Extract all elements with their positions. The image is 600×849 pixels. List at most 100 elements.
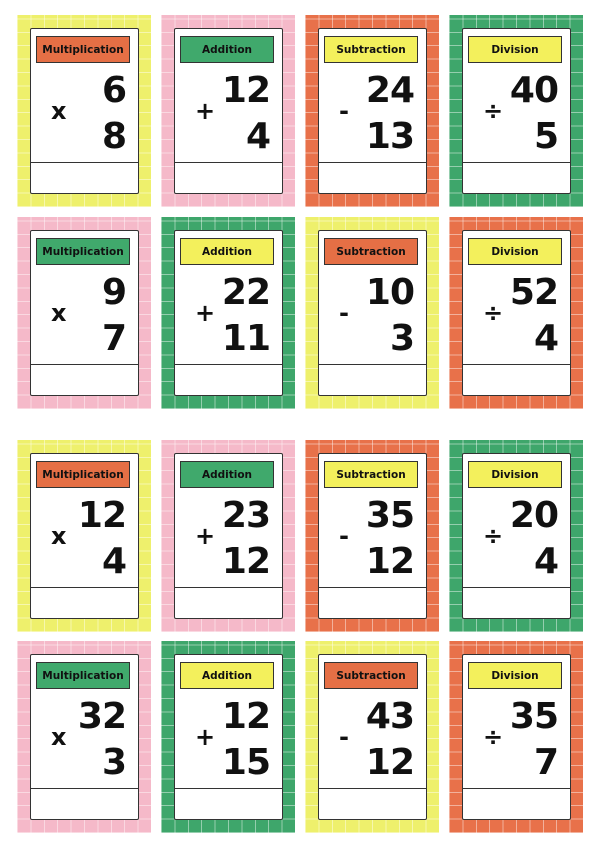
answer-box [463,788,570,819]
operator-sign: - [339,299,349,327]
bottom-number: 7 [533,742,559,783]
operation-label: Subtraction [324,662,418,689]
flashcard-multiplication: Multiplication 9 x 7 [17,217,151,409]
answer-box [175,162,282,193]
card-face: Multiplication 9 x 7 [30,230,139,396]
card-face: Addition 12 + 15 [174,654,283,820]
card-face: Subtraction 24 - 13 [318,28,427,194]
flashcard-addition: Addition 22 + 11 [161,217,295,409]
operation-label: Multiplication [36,238,130,265]
card-face: Subtraction 43 - 12 [318,654,427,820]
operation-label: Addition [180,461,274,488]
operator-sign: + [195,522,216,550]
operation-label: Division [468,461,562,488]
operator-sign: + [195,97,216,125]
flashcard-multiplication: Multiplication 12 x 4 [17,440,151,632]
bottom-number: 4 [533,318,559,359]
bottom-number: 12 [365,742,415,783]
operator-sign: ÷ [483,97,504,125]
bottom-number: 4 [101,541,127,582]
flashcard-addition: Addition 12 + 15 [161,641,295,833]
top-number: 9 [101,272,127,313]
operator-sign: x [51,299,67,327]
operation-label: Addition [180,238,274,265]
top-number: 22 [221,272,271,313]
answer-box [319,788,426,819]
top-number: 12 [221,696,271,737]
flashcard-multiplication: Multiplication 6 x 8 [17,15,151,207]
flashcard-subtraction: Subtraction 24 - 13 [305,15,439,207]
card-face: Subtraction 10 - 3 [318,230,427,396]
answer-box [175,587,282,618]
answer-box [319,364,426,395]
flashcard-addition: Addition 23 + 12 [161,440,295,632]
operator-sign: x [51,97,67,125]
flashcard-subtraction: Subtraction 43 - 12 [305,641,439,833]
operation-label: Addition [180,662,274,689]
card-face: Division 52 ÷ 4 [462,230,571,396]
bottom-number: 11 [221,318,271,359]
bottom-number: 4 [245,116,271,157]
operator-sign: x [51,522,67,550]
bottom-number: 13 [365,116,415,157]
card-face: Division 35 ÷ 7 [462,654,571,820]
operator-sign: x [51,723,67,751]
flashcard-subtraction: Subtraction 35 - 12 [305,440,439,632]
operation-label: Multiplication [36,461,130,488]
flashcard-division: Division 40 ÷ 5 [449,15,583,207]
operator-sign: - [339,723,349,751]
card-face: Multiplication 32 x 3 [30,654,139,820]
top-number: 12 [77,495,127,536]
operation-label: Addition [180,36,274,63]
operator-sign: ÷ [483,522,504,550]
flashcard-subtraction: Subtraction 10 - 3 [305,217,439,409]
card-face: Addition 23 + 12 [174,453,283,619]
flashcard-multiplication: Multiplication 32 x 3 [17,641,151,833]
answer-box [31,788,138,819]
answer-box [319,162,426,193]
top-number: 20 [509,495,559,536]
top-number: 40 [509,70,559,111]
operator-sign: - [339,97,349,125]
answer-box [319,587,426,618]
bottom-number: 4 [533,541,559,582]
operator-sign: + [195,723,216,751]
card-face: Division 20 ÷ 4 [462,453,571,619]
card-face: Subtraction 35 - 12 [318,453,427,619]
operator-sign: - [339,522,349,550]
card-face: Division 40 ÷ 5 [462,28,571,194]
answer-box [463,587,570,618]
flashcard-division: Division 35 ÷ 7 [449,641,583,833]
operation-label: Division [468,238,562,265]
top-number: 32 [77,696,127,737]
operation-label: Subtraction [324,461,418,488]
bottom-number: 3 [101,742,127,783]
answer-box [175,364,282,395]
operation-label: Division [468,36,562,63]
flashcard-division: Division 20 ÷ 4 [449,440,583,632]
top-number: 24 [365,70,415,111]
card-face: Multiplication 12 x 4 [30,453,139,619]
operator-sign: + [195,299,216,327]
bottom-number: 15 [221,742,271,783]
bottom-number: 7 [101,318,127,359]
bottom-number: 12 [221,541,271,582]
operator-sign: ÷ [483,723,504,751]
bottom-number: 8 [101,116,127,157]
top-number: 35 [365,495,415,536]
flashcard-addition: Addition 12 + 4 [161,15,295,207]
operation-label: Subtraction [324,36,418,63]
top-number: 35 [509,696,559,737]
answer-box [31,162,138,193]
operator-sign: ÷ [483,299,504,327]
top-number: 23 [221,495,271,536]
card-face: Addition 12 + 4 [174,28,283,194]
operation-label: Multiplication [36,36,130,63]
top-number: 6 [101,70,127,111]
top-number: 43 [365,696,415,737]
operation-label: Subtraction [324,238,418,265]
card-face: Multiplication 6 x 8 [30,28,139,194]
card-face: Addition 22 + 11 [174,230,283,396]
bottom-number: 5 [533,116,559,157]
operation-label: Division [468,662,562,689]
